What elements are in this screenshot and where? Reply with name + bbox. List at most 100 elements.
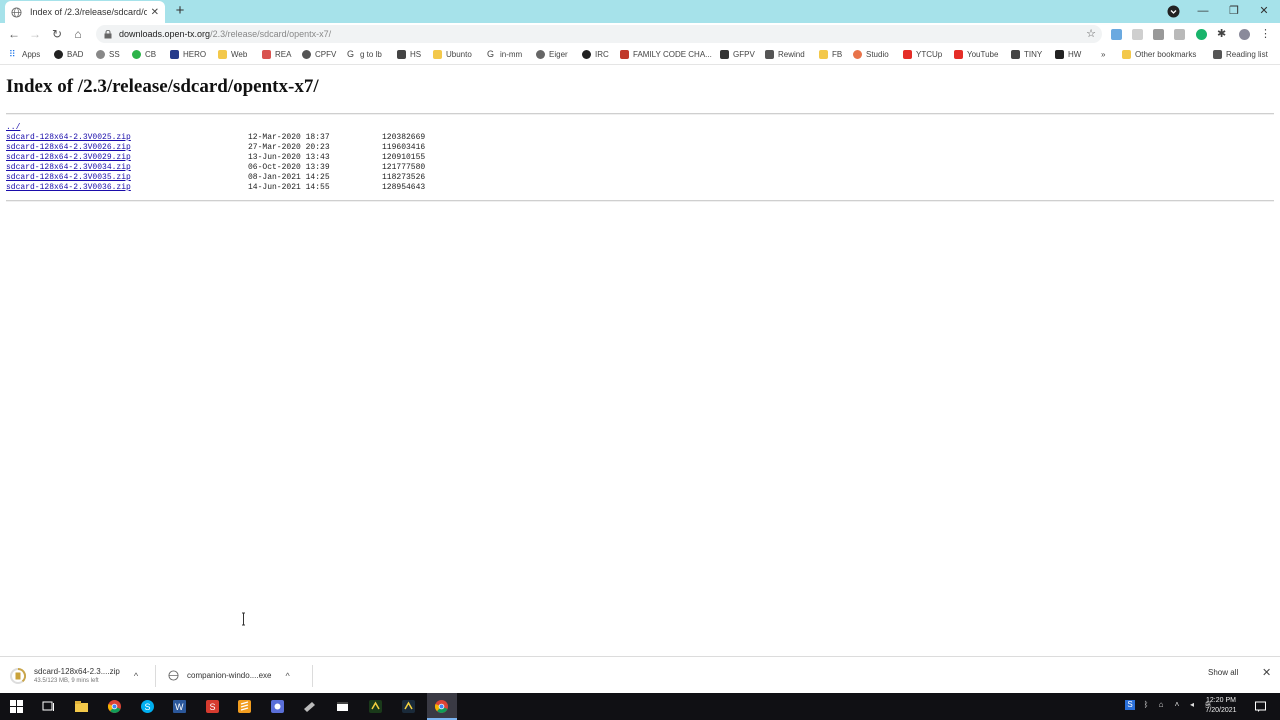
notifications-icon[interactable] [1254, 700, 1267, 713]
chevron-up-icon[interactable]: ˄ [1172, 700, 1182, 710]
skype-icon[interactable]: S [140, 699, 155, 714]
bookmark-item[interactable]: CB [132, 50, 156, 59]
parent-directory-link[interactable]: ../ [6, 123, 20, 133]
kebab-menu-icon[interactable]: ⋮ [1260, 29, 1271, 40]
file-link[interactable]: sdcard-128x64-2.3V0034.zip [6, 163, 131, 173]
volume-icon[interactable]: ◂ [1187, 700, 1197, 710]
bookmark-star-icon[interactable]: ☆ [1086, 27, 1096, 40]
opentx-companion-icon[interactable] [401, 699, 416, 714]
svg-text:S: S [145, 702, 151, 712]
bookmark-item[interactable]: Ubunto [433, 50, 472, 59]
new-tab-button[interactable]: + [172, 3, 188, 19]
bookmark-item[interactable]: Studio [853, 50, 889, 59]
bookmark-icon [96, 50, 105, 59]
app-icon[interactable] [302, 699, 317, 714]
bookmark-item[interactable]: CPFV [302, 50, 336, 59]
apps-grid-icon: ⠿ [9, 49, 16, 59]
bookmark-item[interactable]: Rewind [765, 50, 805, 59]
avatar[interactable] [1239, 29, 1250, 40]
usb-icon[interactable]: ⌂ [1156, 700, 1166, 710]
bookmark-icon [536, 50, 545, 59]
bookmark-item[interactable]: YTCUp [903, 50, 942, 59]
profile-download-icon[interactable] [1167, 5, 1180, 18]
page-title: Index of /2.3/release/sdcard/opentx-x7/ [6, 76, 319, 97]
chrome-icon[interactable] [107, 699, 122, 714]
snagit-icon[interactable]: S [205, 699, 220, 714]
bookmark-item[interactable]: Gg to lb [347, 50, 382, 60]
address-bar[interactable]: downloads.open-tx.org/2.3/release/sdcard… [96, 25, 1102, 43]
tab-close-icon[interactable]: ✕ [151, 7, 159, 18]
download-filename: companion-windo....exe [187, 671, 272, 680]
window-close-button[interactable]: ✕ [1256, 3, 1272, 19]
extension-icon[interactable] [1132, 29, 1143, 40]
browser-tab[interactable]: Index of /2.3/release/sdcard/opentx-x7/ … [5, 1, 165, 23]
bookmark-icon [720, 50, 729, 59]
bookmark-item[interactable]: FB [819, 50, 842, 59]
bookmark-item[interactable]: YouTube [954, 50, 998, 59]
back-arrow-icon[interactable]: ← [6, 26, 22, 42]
bookmark-item[interactable]: Eiger [536, 50, 568, 59]
bookmark-item[interactable]: TINY [1011, 50, 1042, 59]
download-item[interactable]: companion-windo....exe ^ [168, 657, 290, 694]
file-size: 128954643 [382, 183, 426, 192]
download-shelf: sdcard-128x64-2.3....zip 43.5/123 MB, 9 … [0, 656, 1280, 693]
close-icon[interactable]: ✕ [1262, 666, 1271, 679]
bookmark-item[interactable]: SS [96, 50, 120, 59]
grammarly-icon[interactable] [1196, 29, 1207, 40]
extension-icon[interactable] [1153, 29, 1164, 40]
task-view-icon[interactable] [41, 699, 56, 714]
bookmark-icon [170, 50, 179, 59]
forward-arrow-icon[interactable]: → [27, 26, 43, 42]
skype-tray-icon[interactable]: S [1125, 700, 1135, 710]
bookmark-item[interactable]: Gin-mm [487, 50, 522, 60]
chevron-up-icon[interactable]: ^ [134, 671, 138, 681]
chrome-icon[interactable] [434, 699, 449, 714]
bookmark-icon [397, 50, 406, 59]
lock-icon[interactable] [104, 29, 112, 39]
file-link[interactable]: sdcard-128x64-2.3V0025.zip [6, 133, 131, 143]
globe-icon [168, 670, 179, 681]
file-size: 118273526 [382, 173, 426, 182]
minimize-button[interactable]: — [1195, 3, 1211, 19]
reading-list[interactable]: Reading list [1213, 50, 1268, 59]
taskbar-clock[interactable]: 12:20 PM 7/20/2021 [1198, 696, 1244, 716]
file-link[interactable]: sdcard-128x64-2.3V0029.zip [6, 153, 131, 163]
app-icon[interactable] [335, 699, 350, 714]
file-link[interactable]: sdcard-128x64-2.3V0035.zip [6, 173, 131, 183]
bookmark-item[interactable]: HS [397, 50, 421, 59]
bookmark-item[interactable]: IRC [582, 50, 609, 59]
file-link[interactable]: sdcard-128x64-2.3V0026.zip [6, 143, 131, 153]
windows-start-icon[interactable] [9, 699, 24, 714]
opentx-companion-icon[interactable] [368, 699, 383, 714]
bookmark-item[interactable]: ⠿ Apps [9, 49, 40, 60]
bookmark-item[interactable]: FAMILY CODE CHA... [620, 50, 712, 59]
extension-icon[interactable] [1174, 29, 1185, 40]
reload-icon[interactable]: ↻ [49, 26, 65, 42]
bookmarks-overflow-button[interactable]: » [1101, 50, 1105, 59]
bookmark-item[interactable]: GFPV [720, 50, 755, 59]
bookmark-item[interactable]: REA [262, 50, 291, 59]
app-icon[interactable] [270, 699, 285, 714]
show-all-button[interactable]: Show all [1208, 668, 1238, 677]
bluetooth-icon[interactable]: ᛒ [1141, 700, 1151, 710]
bookmark-item[interactable]: HW [1055, 50, 1081, 59]
file-date: 27-Mar-2020 20:23 [248, 143, 330, 152]
other-bookmarks[interactable]: Other bookmarks [1122, 50, 1196, 59]
home-icon[interactable]: ⌂ [70, 26, 86, 42]
screen: Index of /2.3/release/sdcard/opentx-x7/ … [0, 0, 1280, 720]
extension-icon[interactable] [1111, 29, 1122, 40]
file-explorer-icon[interactable] [74, 699, 89, 714]
sublime-icon[interactable] [237, 699, 252, 714]
bookmark-item[interactable]: BAD [54, 50, 83, 59]
puzzle-extensions-icon[interactable]: ✱ [1217, 29, 1228, 40]
bookmark-item[interactable]: Web [218, 50, 247, 59]
file-size: 120382669 [382, 133, 426, 142]
word-icon[interactable]: W [172, 699, 187, 714]
bookmark-item[interactable]: HERO [170, 50, 206, 59]
download-item[interactable]: sdcard-128x64-2.3....zip 43.5/123 MB, 9 … [10, 657, 138, 694]
file-link[interactable]: sdcard-128x64-2.3V0036.zip [6, 183, 131, 193]
divider [155, 665, 156, 687]
maximize-button[interactable]: ❐ [1226, 3, 1242, 19]
bookmark-icon [262, 50, 271, 59]
chevron-up-icon[interactable]: ^ [286, 671, 290, 681]
